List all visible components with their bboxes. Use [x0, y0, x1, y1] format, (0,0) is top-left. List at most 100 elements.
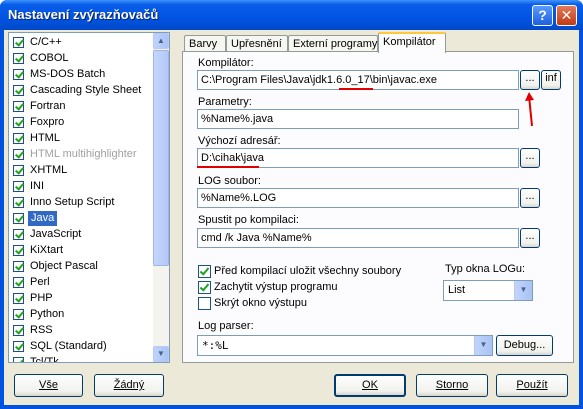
logfile-browse-button[interactable]: ... [520, 188, 540, 208]
chevron-down-icon[interactable]: ▼ [514, 281, 532, 300]
language-label: KiXtart [30, 244, 64, 256]
list-item[interactable]: PHP [11, 291, 156, 307]
list-item[interactable]: HTML multihighlighter [11, 147, 156, 163]
language-checkbox[interactable] [13, 101, 24, 112]
params-input[interactable]: %Name%.java [197, 109, 519, 129]
log-window-type-select[interactable]: List ▼ [443, 280, 533, 301]
close-button[interactable]: ✕ [556, 5, 577, 26]
params-label: Parametry: [198, 96, 252, 108]
ok-button[interactable]: OK [334, 374, 406, 397]
scroll-down-button[interactable]: ▼ [153, 346, 169, 362]
language-checkbox[interactable] [13, 325, 24, 336]
compiler-browse-button[interactable]: ... [520, 70, 540, 90]
save-all-checkbox[interactable] [198, 265, 211, 278]
language-label: MS-DOS Batch [30, 68, 106, 80]
postrun-input[interactable]: cmd /k Java %Name% [197, 228, 519, 248]
list-item[interactable]: Inno Setup Script [11, 195, 156, 211]
list-item[interactable]: Java [11, 211, 156, 227]
language-checkbox[interactable] [13, 277, 24, 288]
tab-barvy[interactable]: Barvy [184, 35, 226, 52]
language-label: C/C++ [30, 36, 62, 48]
language-checkbox[interactable] [13, 181, 24, 192]
chevron-down-icon[interactable]: ▼ [474, 336, 492, 355]
list-item[interactable]: Tcl/Tk [11, 355, 156, 362]
language-checkbox[interactable] [13, 165, 24, 176]
compiler-path-input[interactable]: C:\Program Files\Java\jdk1.6.0_17\bin\ja… [197, 70, 519, 90]
list-item[interactable]: MS-DOS Batch [11, 67, 156, 83]
list-item[interactable]: Object Pascal [11, 259, 156, 275]
list-item[interactable]: KiXtart [11, 243, 156, 259]
language-checkbox[interactable] [13, 357, 24, 362]
list-item[interactable]: XHTML [11, 163, 156, 179]
language-label: Perl [30, 276, 50, 288]
debug-button[interactable]: Debug... [496, 335, 553, 356]
save-all-label: Před kompilací uložit všechny soubory [214, 265, 402, 277]
dialog-body: C/C++ COBOL MS-DOS Batch Cascading Style Sh… [4, 30, 579, 405]
tab-upresneni[interactable]: Upřesnění [226, 35, 288, 52]
logfile-label: LOG soubor: [198, 175, 261, 187]
log-parser-select[interactable]: *:%L ▼ [197, 335, 493, 356]
workdir-input[interactable]: D:\cihak\java [197, 148, 519, 168]
language-checkbox[interactable] [13, 229, 24, 240]
dialog-window: Nastavení zvýrazňovačů ? ✕ C/C++ COBOL MS-… [0, 0, 583, 409]
log-window-type-label: Typ okna LOGu: [445, 263, 526, 275]
language-checkbox[interactable] [13, 341, 24, 352]
apply-label: Použít [516, 379, 548, 391]
postrun-browse-button[interactable]: ... [520, 228, 540, 248]
language-label: XHTML [30, 164, 68, 176]
language-checkbox[interactable] [13, 197, 24, 208]
hide-output-checkbox[interactable] [198, 297, 211, 310]
language-label: SQL (Standard) [30, 340, 107, 352]
log-parser-value: *:%L [202, 339, 229, 352]
list-item[interactable]: HTML [11, 131, 156, 147]
language-checkbox[interactable] [13, 69, 24, 80]
compiler-panel: Kompilátor: C:\Program Files\Java\jdk1.6… [182, 51, 574, 363]
language-label: Cascading Style Sheet [30, 84, 142, 96]
language-checkbox[interactable] [13, 133, 24, 144]
language-list[interactable]: C/C++ COBOL MS-DOS Batch Cascading Style Sh… [8, 32, 170, 363]
capture-output-checkbox[interactable] [198, 281, 211, 294]
tab-kompilator[interactable]: Kompilátor [378, 32, 446, 53]
select-none-button[interactable]: Žádný [94, 374, 164, 397]
list-item[interactable]: SQL (Standard) [11, 339, 156, 355]
compiler-info-button[interactable]: inf [541, 70, 561, 90]
language-checkbox[interactable] [13, 149, 24, 160]
window-title: Nastavení zvýrazňovačů [8, 7, 159, 22]
workdir-browse-button[interactable]: ... [520, 148, 540, 168]
tab-externi-programy[interactable]: Externí programy [288, 35, 378, 52]
logfile-input[interactable]: %Name%.LOG [197, 188, 519, 208]
title-bar[interactable]: Nastavení zvýrazňovačů ? ✕ [0, 0, 583, 30]
cancel-button[interactable]: Storno [416, 374, 488, 397]
list-item[interactable]: COBOL [11, 51, 156, 67]
language-checkbox[interactable] [13, 85, 24, 96]
annotation-underline [197, 166, 259, 168]
language-checkbox[interactable] [13, 293, 24, 304]
language-checkbox[interactable] [13, 245, 24, 256]
language-checkbox[interactable] [13, 213, 24, 224]
help-button[interactable]: ? [532, 5, 553, 26]
list-item[interactable]: INI [11, 179, 156, 195]
list-item[interactable]: Fortran [11, 99, 156, 115]
list-scrollbar[interactable]: ▲ ▼ [153, 33, 169, 362]
scroll-thumb[interactable] [153, 50, 169, 266]
language-checkbox[interactable] [13, 37, 24, 48]
apply-button[interactable]: Použít [496, 374, 568, 397]
list-item[interactable]: RSS [11, 323, 156, 339]
language-checkbox[interactable] [13, 53, 24, 64]
list-item[interactable]: C/C++ [11, 35, 156, 51]
list-item[interactable]: Foxpro [11, 115, 156, 131]
scroll-up-button[interactable]: ▲ [153, 33, 169, 49]
list-item[interactable]: Cascading Style Sheet [11, 83, 156, 99]
language-checkbox[interactable] [13, 261, 24, 272]
list-item[interactable]: JavaScript [11, 227, 156, 243]
ok-label: OK [362, 379, 378, 391]
language-checkbox[interactable] [13, 117, 24, 128]
language-checkbox[interactable] [13, 309, 24, 320]
list-item[interactable]: Perl [11, 275, 156, 291]
log-parser-label: Log parser: [198, 320, 254, 332]
select-all-button[interactable]: Vše [14, 374, 83, 397]
language-label: Fortran [30, 100, 66, 112]
language-label: Object Pascal [30, 260, 98, 272]
list-item[interactable]: Python [11, 307, 156, 323]
annotation-arrow-icon [525, 92, 534, 127]
